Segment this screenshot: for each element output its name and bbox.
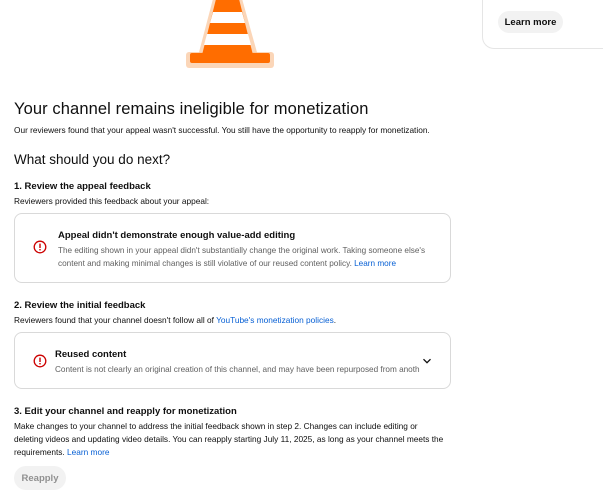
step2-description-text: Reviewers found that your channel doesn'… xyxy=(14,315,217,325)
step1-description: Reviewers provided this feedback about y… xyxy=(14,196,210,206)
reused-content-title: Reused content xyxy=(55,349,127,360)
error-circle-icon xyxy=(33,240,47,254)
monetization-policies-link[interactable]: YouTube's monetization policies xyxy=(216,315,334,325)
step3-description: Make changes to your channel to address … xyxy=(14,420,444,459)
chevron-down-icon[interactable] xyxy=(421,355,433,367)
step1-title: 1. Review the appeal feedback xyxy=(14,181,151,192)
reused-content-body: Content is not clearly an original creat… xyxy=(55,365,420,374)
step2-description-suffix: . xyxy=(333,315,337,325)
step3-title: 3. Edit your channel and reapply for mon… xyxy=(14,406,237,417)
reused-content-card[interactable]: Reused content Content is not clearly an… xyxy=(14,332,451,389)
page-title: Your channel remains ineligible for mone… xyxy=(14,100,369,118)
error-circle-icon xyxy=(33,354,47,368)
step2-description: Reviewers found that your channel doesn'… xyxy=(14,315,336,325)
appeal-feedback-card: Appeal didn't demonstrate enough value-a… xyxy=(14,213,451,283)
learn-more-button[interactable]: Learn more xyxy=(498,11,563,33)
appeal-learn-more-link[interactable]: Learn more xyxy=(354,259,396,268)
page: Learn more Your channel remains ineligib… xyxy=(0,0,603,500)
appeal-feedback-body: The editing shown in your appeal didn't … xyxy=(58,244,443,270)
step2-title: 2. Review the initial feedback xyxy=(14,300,146,311)
page-subtitle: Our reviewers found that your appeal was… xyxy=(14,125,430,135)
appeal-feedback-title: Appeal didn't demonstrate enough value-a… xyxy=(58,230,296,241)
step3-learn-more-link[interactable]: Learn more xyxy=(67,447,109,457)
next-steps-heading: What should you do next? xyxy=(14,152,171,167)
traffic-cone-icon xyxy=(186,0,276,70)
reapply-button[interactable]: Reapply xyxy=(14,466,66,490)
